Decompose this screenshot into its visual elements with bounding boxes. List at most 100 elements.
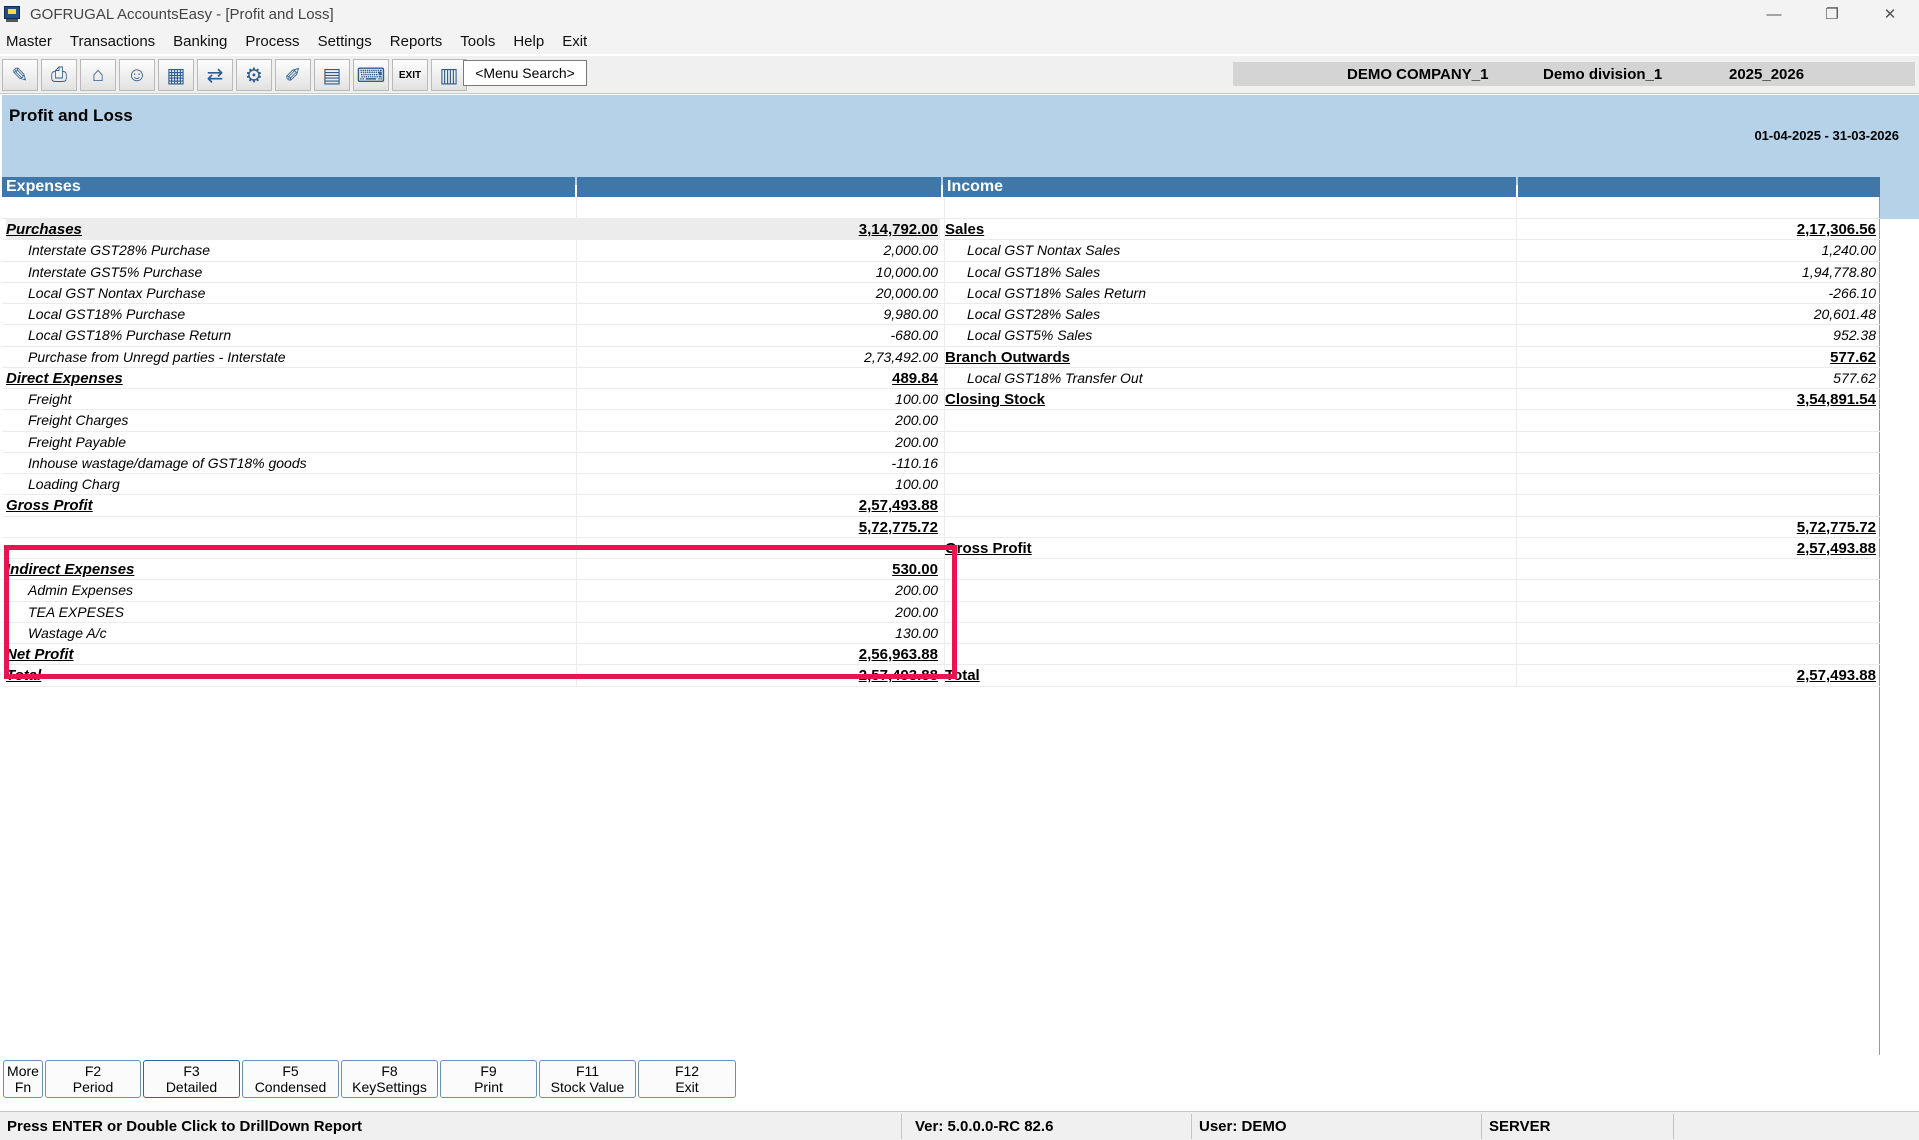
table-row[interactable]	[2, 197, 1880, 219]
income-group-sales: Sales	[944, 219, 1516, 240]
menu-banking[interactable]: Banking	[173, 33, 227, 50]
edit-icon[interactable]: ✐	[275, 59, 311, 91]
income-header: Income	[943, 177, 1516, 197]
table-row[interactable]: Wastage A/c 130.00	[2, 622, 1880, 644]
amount: 2,73,492.00	[576, 346, 940, 368]
f8-keysettings-button[interactable]: F8 KeySettings	[341, 1060, 438, 1098]
table-row[interactable]: Interstate GST5% Purchase 10,000.00 Loca…	[2, 261, 1880, 283]
table-row[interactable]: Freight Payable 200.00	[2, 431, 1880, 453]
f5-condensed-button[interactable]: F5 Condensed	[242, 1060, 339, 1098]
calendar-icon[interactable]: ▤	[314, 59, 350, 91]
users-icon[interactable]: ☺	[119, 59, 155, 91]
table-row[interactable]: TEA EXPESES 200.00	[2, 601, 1880, 623]
table-row[interactable]: Interstate GST28% Purchase 2,000.00 Loca…	[2, 240, 1880, 262]
table-row[interactable]: Freight 100.00 Closing Stock 3,54,891.54	[2, 389, 1880, 411]
menu-reports[interactable]: Reports	[390, 33, 443, 50]
scrollbar-thumb[interactable]	[1880, 177, 1919, 219]
report-header: Profit and Loss 01-04-2025 - 31-03-2026	[2, 95, 1919, 185]
print-icon[interactable]: ⎙	[41, 59, 77, 91]
ledger-name: Local GST Nontax Sales	[944, 240, 1516, 262]
table-row[interactable]: Local GST18% Purchase Return -680.00 Loc…	[2, 325, 1880, 347]
table-row[interactable]: Inhouse wastage/damage of GST18% goods -…	[2, 452, 1880, 474]
amount: 489.84	[576, 367, 940, 389]
amount: -680.00	[576, 325, 940, 347]
f11-stock-value-button[interactable]: F11 Stock Value	[539, 1060, 636, 1098]
f9-print-button[interactable]: F9 Print	[440, 1060, 537, 1098]
window-title: GOFRUGAL AccountsEasy - [Profit and Loss…	[30, 5, 334, 23]
table-row[interactable]: Admin Expenses 200.00	[2, 580, 1880, 602]
ledger-name: Local GST28% Sales	[944, 304, 1516, 325]
ledger-name: TEA EXPESES	[28, 603, 124, 620]
more-fn-button[interactable]: More Fn	[3, 1060, 43, 1098]
menu-help[interactable]: Help	[513, 33, 544, 50]
table-row[interactable]: Gross Profit 2,57,493.88	[2, 495, 1880, 517]
table-row[interactable]: Indirect Expenses 530.00	[2, 559, 1880, 581]
subtotal-amount: 5,72,775.72	[1516, 516, 1878, 538]
menu-exit[interactable]: Exit	[562, 33, 587, 50]
keyboard-icon[interactable]: ⌨	[353, 59, 389, 91]
table-row[interactable]: Gross Profit 2,57,493.88	[2, 537, 1880, 559]
transfer-icon[interactable]: ⇄	[197, 59, 233, 91]
amount: 2,17,306.56	[1516, 219, 1878, 240]
report-title: Profit and Loss	[9, 106, 133, 125]
amount: 2,57,493.88	[1516, 537, 1878, 559]
amount: 2,000.00	[576, 240, 940, 262]
f3-detailed-button[interactable]: F3 Detailed	[143, 1060, 240, 1098]
inventory-icon[interactable]: ▦	[158, 59, 194, 91]
ledger-name: Local GST18% Purchase Return	[28, 327, 232, 344]
table-row[interactable]: Local GST Nontax Purchase 20,000.00 Loca…	[2, 282, 1880, 304]
table-row[interactable]: Purchase from Unregd parties - Interstat…	[2, 346, 1880, 368]
title-bar: GOFRUGAL AccountsEasy - [Profit and Loss…	[0, 0, 1919, 28]
vertical-scrollbar[interactable]	[1880, 177, 1919, 1055]
f12-exit-button[interactable]: F12 Exit	[638, 1060, 736, 1098]
exit-icon[interactable]: EXIT	[392, 59, 428, 91]
network-icon[interactable]: ⚙	[236, 59, 272, 91]
app-logo-icon	[4, 5, 22, 23]
amount: 577.62	[1516, 346, 1878, 368]
table-row[interactable]: Total 2,57,493.88 Total 2,57,493.88	[2, 665, 1880, 687]
table-row[interactable]: Net Profit 2,56,963.88	[2, 644, 1880, 666]
amount: 2,57,493.88	[576, 495, 940, 517]
f2-period-button[interactable]: F2 Period	[45, 1060, 141, 1098]
table-row[interactable]: 5,72,775.72 5,72,775.72	[2, 516, 1880, 538]
minimize-icon[interactable]: —	[1745, 0, 1803, 28]
menu-transactions[interactable]: Transactions	[70, 33, 155, 50]
amount: 100.00	[576, 389, 940, 410]
app-window: GOFRUGAL AccountsEasy - [Profit and Loss…	[0, 0, 1919, 1140]
restore-icon[interactable]: ❐	[1803, 0, 1861, 28]
table-row[interactable]: Freight Charges 200.00	[2, 410, 1880, 432]
amount: -110.16	[576, 452, 940, 474]
menu-settings[interactable]: Settings	[318, 33, 372, 50]
amount: 3,54,891.54	[1516, 389, 1878, 410]
profit-loss-grid: Expenses Income Purchases 3,14,792.00 Sa…	[2, 177, 1880, 1055]
menu-process[interactable]: Process	[245, 33, 299, 50]
amount: 530.00	[576, 559, 940, 580]
chart-icon[interactable]: ▥	[431, 59, 467, 91]
bank-icon[interactable]: ⌂	[80, 59, 116, 91]
status-version: Ver: 5.0.0.0-RC 82.6	[910, 1114, 1192, 1139]
amount: 2,56,963.88	[576, 644, 940, 665]
amount: 1,94,778.80	[1516, 261, 1878, 283]
table-row[interactable]: Local GST18% Purchase 9,980.00 Local GST…	[2, 304, 1880, 326]
amount: 952.38	[1516, 325, 1878, 347]
ledger-name: Inhouse wastage/damage of GST18% goods	[28, 454, 307, 471]
menu-tools[interactable]: Tools	[460, 33, 495, 50]
menu-search-input[interactable]: <Menu Search>	[463, 60, 587, 86]
amount: 200.00	[576, 580, 940, 602]
amount: 20,000.00	[576, 282, 940, 304]
total-amount: 2,57,493.88	[1516, 665, 1878, 687]
amount: -266.10	[1516, 282, 1878, 304]
amount: 200.00	[576, 410, 940, 432]
close-icon[interactable]: ✕	[1861, 0, 1919, 28]
ledger-icon[interactable]: ✎	[2, 59, 38, 91]
amount: 200.00	[576, 601, 940, 623]
table-row[interactable]: Direct Expenses 489.84 Local GST18% Tran…	[2, 367, 1880, 389]
status-user: User: DEMO	[1194, 1114, 1482, 1139]
total-label: Total	[6, 667, 42, 685]
menu-bar: Master Transactions Banking Process Sett…	[0, 28, 1919, 54]
table-row[interactable]: Purchases 3,14,792.00 Sales 2,17,306.56	[2, 219, 1880, 241]
menu-master[interactable]: Master	[6, 33, 52, 50]
table-row[interactable]: Loading Charg 100.00	[2, 474, 1880, 496]
income-group-closing-stock: Closing Stock	[944, 389, 1516, 410]
ledger-name: Freight	[28, 391, 72, 407]
